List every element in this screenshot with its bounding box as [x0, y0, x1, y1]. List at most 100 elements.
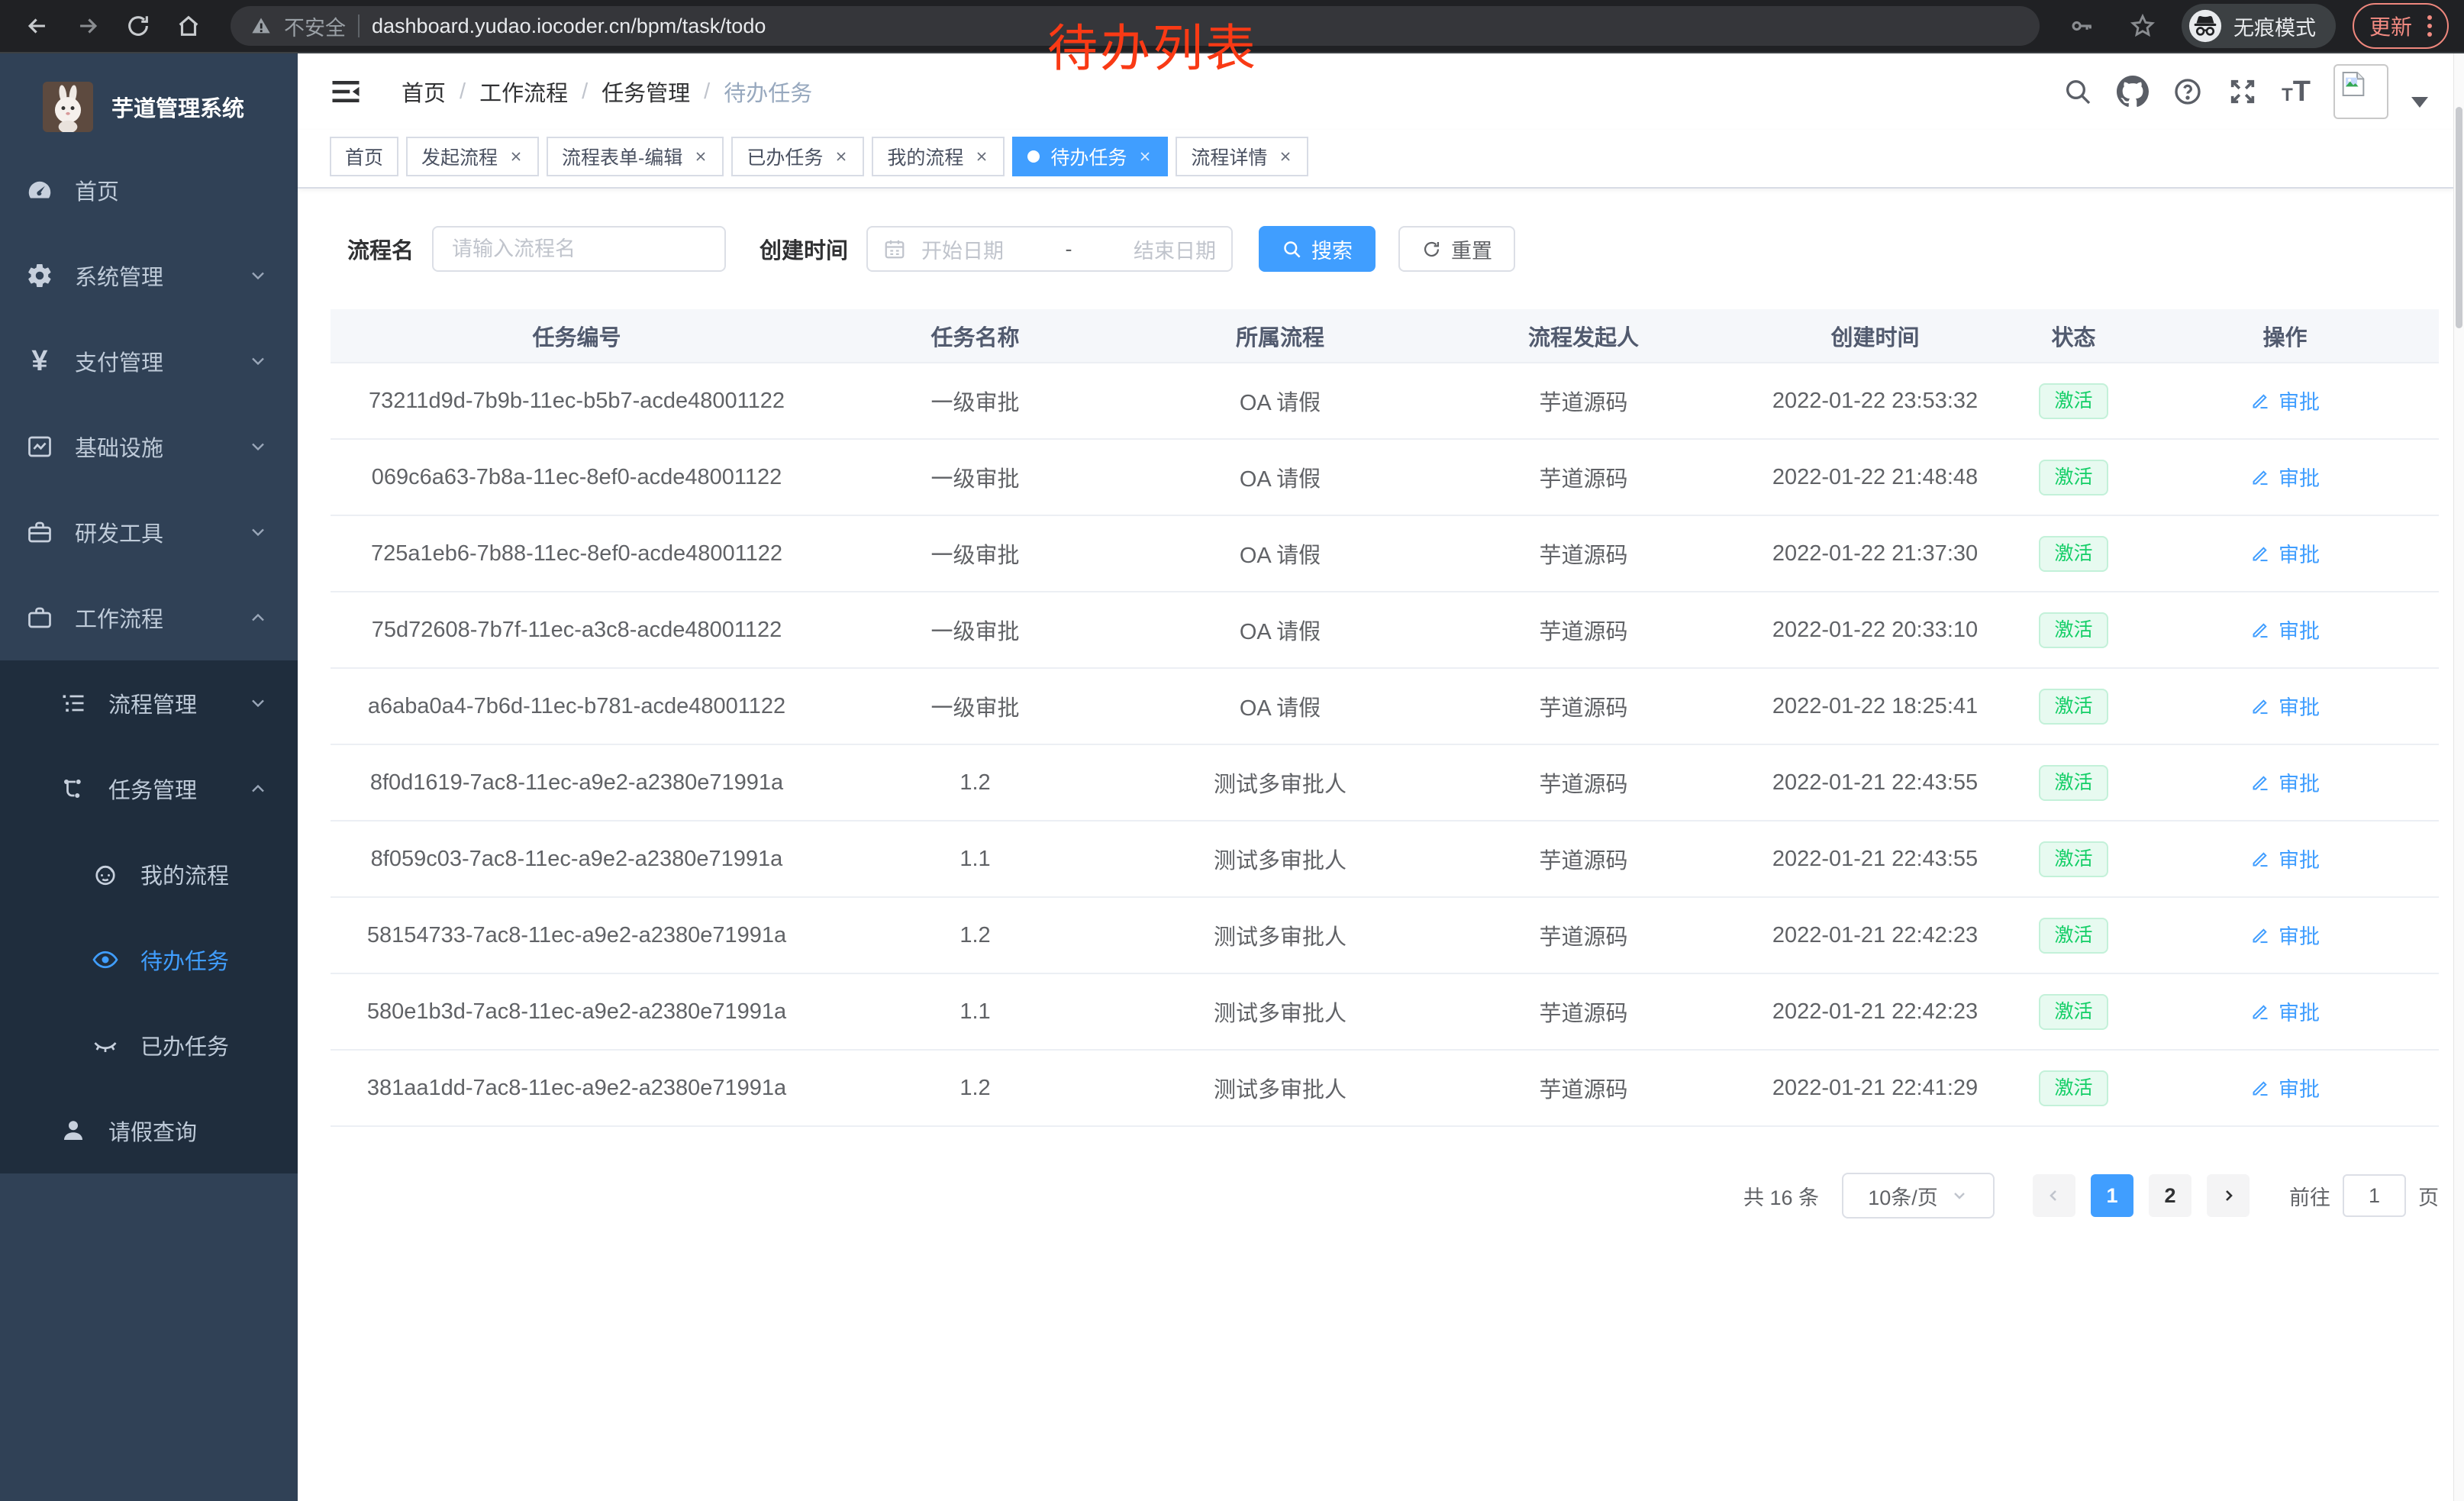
password-manager-button[interactable] — [2059, 4, 2104, 48]
browser-reload-button[interactable] — [116, 4, 160, 48]
page-button-1[interactable]: 1 — [2091, 1174, 2133, 1217]
sidebar-item-leave-query[interactable]: 请假查询 — [0, 1088, 298, 1173]
app-logo-image — [43, 82, 93, 132]
github-icon — [2117, 76, 2149, 108]
pagination-total: 共 16 条 — [1743, 1181, 1819, 1211]
approve-link[interactable]: 审批 — [2250, 691, 2320, 721]
sidebar-item-dev-tools[interactable]: 研发工具 — [0, 489, 298, 575]
font-size-button[interactable]: TT — [2282, 76, 2311, 108]
goto-page-input[interactable] — [2343, 1174, 2406, 1217]
tab-start-process[interactable]: 发起流程 — [406, 137, 539, 176]
header-search-button[interactable] — [2062, 76, 2094, 108]
tab-label: 流程表单-编辑 — [562, 143, 682, 170]
col-task-id: 任务编号 — [331, 320, 823, 352]
approve-link[interactable]: 审批 — [2250, 996, 2320, 1026]
font-size-icon: T — [2293, 76, 2311, 108]
user-avatar[interactable] — [2333, 64, 2388, 119]
approve-label: 审批 — [2279, 538, 2320, 568]
next-page-button[interactable] — [2207, 1174, 2250, 1217]
tab-done-tasks[interactable]: 已办任务 — [731, 137, 864, 176]
approve-link[interactable]: 审批 — [2250, 615, 2320, 644]
sidebar-item-home[interactable]: 首页 — [0, 147, 298, 233]
approve-link[interactable]: 审批 — [2250, 767, 2320, 797]
browser-menu-icon[interactable] — [2427, 15, 2432, 37]
sidebar-item-todo-tasks[interactable]: 待办任务 — [0, 917, 298, 1002]
sidebar-item-payment[interactable]: ¥ 支付管理 — [0, 318, 298, 404]
sidebar-item-infrastructure[interactable]: 基础设施 — [0, 404, 298, 489]
chevron-up-icon — [247, 778, 269, 799]
approve-link[interactable]: 审批 — [2250, 462, 2320, 492]
sidebar-item-label: 我的流程 — [140, 858, 269, 890]
reset-button[interactable]: 重置 — [1398, 226, 1515, 272]
tab-label: 待办任务 — [1050, 143, 1127, 170]
page-scrollbar[interactable] — [2453, 53, 2464, 1501]
breadcrumb-task-mgmt[interactable]: 任务管理 — [601, 76, 690, 108]
help-button[interactable] — [2172, 76, 2204, 108]
status-badge: 激活 — [2039, 383, 2108, 419]
chevron-down-icon — [247, 692, 269, 714]
cell-task-name: 1.2 — [823, 1076, 1127, 1101]
edit-pen-icon — [2250, 848, 2271, 869]
tab-home[interactable]: 首页 — [330, 137, 398, 176]
sidebar-item-system[interactable]: 系统管理 — [0, 233, 298, 318]
approve-link[interactable]: 审批 — [2250, 538, 2320, 568]
close-icon[interactable] — [693, 149, 708, 164]
sidebar-item-label: 系统管理 — [75, 260, 226, 292]
fullscreen-button[interactable] — [2227, 76, 2259, 108]
bookmark-button[interactable] — [2121, 4, 2165, 48]
page-size-select[interactable]: 10条/页 — [1842, 1173, 1995, 1219]
sidebar-item-task-mgmt[interactable]: 任务管理 — [0, 746, 298, 831]
close-icon[interactable] — [974, 149, 989, 164]
tab-my-process[interactable]: 我的流程 — [872, 137, 1005, 176]
chrome-right-controls: 无痕模式 更新 — [2059, 3, 2449, 49]
prev-page-button[interactable] — [2033, 1174, 2075, 1217]
tab-process-form-edit[interactable]: 流程表单-编辑 — [547, 137, 724, 176]
home-icon — [176, 13, 202, 39]
sidebar-item-process-mgmt[interactable]: 流程管理 — [0, 660, 298, 746]
search-button[interactable]: 搜索 — [1259, 226, 1376, 272]
breadcrumb-separator: / — [582, 79, 588, 105]
browser-forward-button[interactable] — [66, 4, 110, 48]
close-icon[interactable] — [1137, 149, 1153, 164]
sidebar-item-done-tasks[interactable]: 已办任务 — [0, 1002, 298, 1088]
github-link[interactable] — [2117, 76, 2149, 108]
col-create-time: 创建时间 — [1734, 320, 2016, 352]
approve-link[interactable]: 审批 — [2250, 386, 2320, 415]
close-icon[interactable] — [834, 149, 849, 164]
sidebar-item-my-process[interactable]: 我的流程 — [0, 831, 298, 917]
briefcase-icon — [26, 604, 53, 631]
browser-update-button[interactable]: 更新 — [2353, 3, 2449, 49]
approve-link[interactable]: 审批 — [2250, 1073, 2320, 1102]
approve-link[interactable]: 审批 — [2250, 844, 2320, 873]
eye-closed-icon — [92, 1031, 119, 1059]
close-icon[interactable] — [1278, 149, 1293, 164]
process-name-input[interactable] — [432, 226, 726, 272]
tab-process-detail[interactable]: 流程详情 — [1176, 137, 1308, 176]
approve-link[interactable]: 审批 — [2250, 920, 2320, 950]
sidebar-item-workflow[interactable]: 工作流程 — [0, 575, 298, 660]
broken-image-icon — [2338, 69, 2369, 99]
browser-back-button[interactable] — [15, 4, 60, 48]
avatar-caret-icon[interactable] — [2411, 97, 2428, 108]
sidebar-item-label: 研发工具 — [75, 516, 226, 548]
cell-task-name: 1.1 — [823, 999, 1127, 1025]
approve-label: 审批 — [2279, 615, 2320, 644]
tab-todo-tasks[interactable]: 待办任务 — [1012, 137, 1168, 176]
cell-task-id: a6aba0a4-7b6d-11ec-b781-acde48001122 — [331, 694, 823, 719]
close-icon[interactable] — [508, 149, 524, 164]
forward-icon — [75, 13, 101, 39]
breadcrumb-home[interactable]: 首页 — [402, 76, 446, 108]
chevron-right-icon — [2219, 1186, 2237, 1205]
browser-home-button[interactable] — [166, 4, 211, 48]
date-range-picker[interactable]: 开始日期 - 结束日期 — [866, 226, 1233, 272]
eye-icon — [92, 946, 119, 973]
scrollbar-thumb[interactable] — [2456, 107, 2462, 328]
cell-starter: 芋道源码 — [1433, 843, 1734, 875]
page-button-2[interactable]: 2 — [2149, 1174, 2191, 1217]
breadcrumb-workflow[interactable]: 工作流程 — [479, 76, 568, 108]
approve-label: 审批 — [2279, 1073, 2320, 1102]
page-size-value: 10条/页 — [1868, 1181, 1938, 1211]
app-logo-row[interactable]: 芋道管理系统 — [0, 53, 298, 147]
url-divider — [358, 15, 360, 37]
sidebar-collapse-icon[interactable] — [330, 76, 362, 108]
